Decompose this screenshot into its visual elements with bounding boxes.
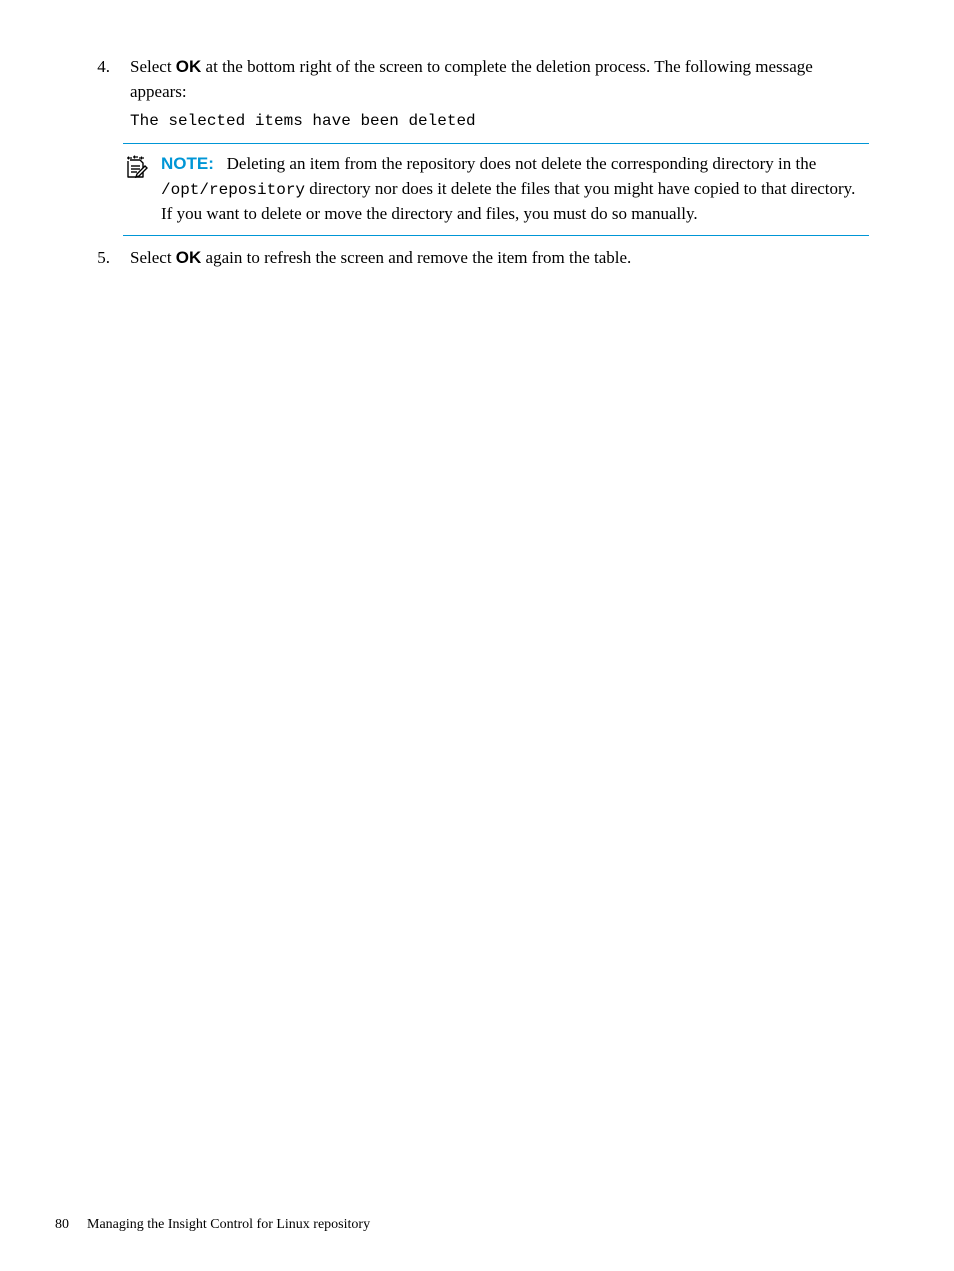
note-text-before-path: Deleting an item from the repository doe… [227,154,817,173]
note-icon [123,152,161,226]
step-5-text-after: again to refresh the screen and remove t… [201,248,631,267]
step-5-number: 5. [85,246,130,271]
deleted-message: The selected items have been deleted [130,110,869,133]
note-content: NOTE: Deleting an item from the reposito… [123,144,869,234]
footer-title: Managing the Insight Control for Linux r… [87,1215,370,1235]
note-text: NOTE: Deleting an item from the reposito… [161,152,869,226]
step-5-ok: OK [176,248,202,267]
note-bottom-rule [123,235,869,236]
page-number: 80 [55,1215,69,1235]
step-4-text-after: at the bottom right of the screen to com… [130,57,813,101]
page-footer: 80 Managing the Insight Control for Linu… [55,1215,370,1235]
step-4-ok: OK [176,57,202,76]
step-4: 4. Select OK at the bottom right of the … [85,55,869,133]
step-5-body: Select OK again to refresh the screen an… [130,246,869,271]
note-block: NOTE: Deleting an item from the reposito… [123,143,869,235]
page-content: 4. Select OK at the bottom right of the … [0,0,954,271]
note-label: NOTE: [161,154,214,173]
step-5: 5. Select OK again to refresh the screen… [85,246,869,271]
step-4-number: 4. [85,55,130,133]
step-4-text-before: Select [130,57,176,76]
step-4-body: Select OK at the bottom right of the scr… [130,55,869,133]
note-path: /opt/repository [161,181,305,199]
step-5-text-before: Select [130,248,176,267]
